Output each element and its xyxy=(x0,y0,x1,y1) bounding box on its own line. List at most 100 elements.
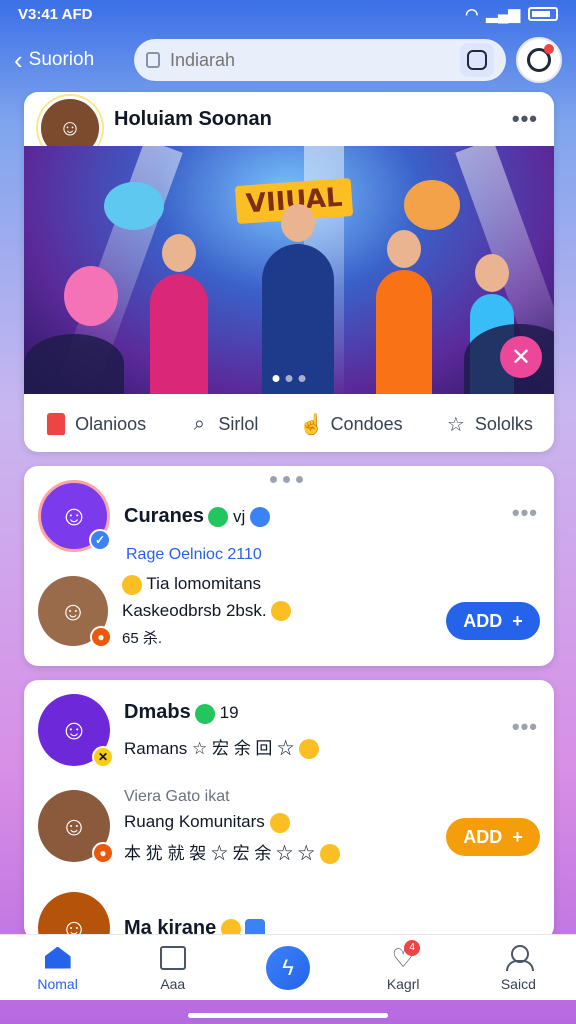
page-dot xyxy=(285,375,293,382)
user-icon xyxy=(503,944,535,972)
camera-button[interactable] xyxy=(460,43,494,77)
emoji-icon xyxy=(319,844,340,865)
search-icon: ⌕ xyxy=(193,412,205,435)
action-olanioos[interactable]: Olanioos xyxy=(45,413,146,435)
dancer-1 xyxy=(150,234,208,394)
edit-fab-button[interactable]: ✕ xyxy=(500,336,542,378)
card2-line2: Kaskeodbrsb 2bsk. xyxy=(122,600,267,620)
more-options-icon[interactable]: ••• xyxy=(512,714,538,740)
member-avatar[interactable]: ☺ ● xyxy=(38,790,114,865)
post-header: ☺ Holuiam Soonan ••• xyxy=(24,92,554,160)
verified-icon: ✓ xyxy=(89,529,111,551)
home-indicator xyxy=(188,1013,388,1018)
suggestion-card-2: ☺ ✕ Dmabs 19 Ramans ☆ 宏 余 回 ☆ ••• ☺ ● Vier… xyxy=(24,680,554,940)
card3-name-block: Dmabs 19 Ramans ☆ 宏 余 回 ☆ xyxy=(124,701,319,760)
signal-icon: ▂▄▆ xyxy=(486,6,520,23)
status-time: V3:41 AFD xyxy=(18,5,93,23)
chat-bubble-icon xyxy=(195,703,216,724)
notification-dot xyxy=(544,44,554,54)
pink-mascot xyxy=(64,266,118,326)
back-button[interactable]: ‹ Suorioh xyxy=(14,47,124,73)
dancer-head xyxy=(387,230,421,268)
heart-icon: ♡ 4 xyxy=(388,939,421,972)
search-bar[interactable] xyxy=(134,39,506,81)
card3-next: ☺ Ma kirane xyxy=(38,892,540,940)
nav-label: Saicd xyxy=(500,975,536,992)
carousel-dots xyxy=(270,476,303,483)
orange-mascot xyxy=(404,180,460,230)
badge-icon: ✕ xyxy=(92,746,114,768)
search-input[interactable] xyxy=(170,49,450,71)
red-bookmark-icon xyxy=(45,413,67,435)
user-name: Dmabs xyxy=(124,700,191,723)
badge-icon: ● xyxy=(90,626,112,649)
card2-name-block: Curanes vj xyxy=(124,505,270,528)
suggestion-card-1: ☺ ✓ Curanes vj ••• Rage Oelnioc 2110 ☺ ● T… xyxy=(24,466,554,666)
post-card: ☺ Holuiam Soonan ••• VIIUAL ✕ Olanioos ⌕ xyxy=(24,92,554,452)
camera-icon xyxy=(467,50,487,70)
dancer-head xyxy=(475,254,509,292)
card3-line2: 本 犹 就 袈 ☆ 宏 余 ☆ ☆ xyxy=(124,843,315,863)
thumb-icon: ☝ xyxy=(299,413,325,436)
add-button[interactable]: ADD + xyxy=(446,602,540,640)
plus-icon: + xyxy=(512,826,523,847)
user-avatar[interactable]: ☺ ✕ xyxy=(38,694,114,768)
verified-badge-icon xyxy=(249,507,270,528)
top-bar: ‹ Suorioh xyxy=(0,36,576,84)
status-bar: V3:41 AFD ◠ ▂▄▆ xyxy=(0,0,576,28)
user-name-extra: 19 xyxy=(219,702,239,722)
star-icon: ☆ xyxy=(446,413,465,436)
nav-profile[interactable]: Saicd xyxy=(473,944,563,992)
add-button[interactable]: ADD + xyxy=(446,818,540,856)
action-label: Sirlol xyxy=(218,413,259,434)
nav-messenger[interactable]: ϟ xyxy=(243,945,333,990)
post-image[interactable]: VIIUAL ✕ xyxy=(24,146,554,394)
battery-icon xyxy=(528,7,558,21)
nav-home[interactable]: Nomal xyxy=(13,944,103,992)
home-icon xyxy=(43,944,73,972)
emoji-icon xyxy=(298,739,319,760)
user-avatar[interactable]: ☺ ✓ xyxy=(38,480,111,552)
nav-label: Kagrl xyxy=(386,975,420,992)
card3-line1: Ramans ☆ 宏 余 回 ☆ xyxy=(124,738,295,758)
more-options-icon[interactable]: ••• xyxy=(512,106,538,132)
nav-label: Aaa xyxy=(160,975,186,992)
emoji-icon xyxy=(269,812,290,833)
user-avatar[interactable]: ☺ xyxy=(38,892,110,940)
member-avatar[interactable]: ☺ ● xyxy=(38,576,112,649)
carousel-dot xyxy=(296,476,303,483)
card2-line1: Tia lomomitans xyxy=(146,574,262,593)
emoji-icon xyxy=(271,601,292,622)
action-sololks[interactable]: ☆ Sololks xyxy=(445,413,533,436)
card3-meta: Viera Gato ikat xyxy=(124,788,230,805)
nav-gallery[interactable]: Aaa xyxy=(128,944,218,992)
dancer-head xyxy=(162,234,196,272)
image-page-dots xyxy=(272,375,306,382)
more-options-icon[interactable]: ••• xyxy=(512,500,538,526)
plus-icon: + xyxy=(512,610,523,631)
post-author: Holuiam Soonan xyxy=(114,107,272,130)
chevron-left-icon: ‹ xyxy=(14,45,23,75)
blue-mascot xyxy=(104,182,164,230)
action-sirlol[interactable]: ⌕ Sirlol xyxy=(188,412,259,435)
card2-line3: 65 杀. xyxy=(122,630,163,648)
image-icon xyxy=(158,944,188,972)
lock-icon xyxy=(146,52,160,68)
carousel-dot xyxy=(270,476,277,483)
card2-header: ☺ ✓ Curanes vj xyxy=(38,480,540,552)
messenger-icon: ϟ xyxy=(265,945,310,990)
card2-text: Tia lomomitans Kaskeodbrsb 2bsk. 65 杀. xyxy=(122,574,292,648)
nav-activity[interactable]: ♡ 4 Kagrl xyxy=(358,939,448,992)
subtitle-text: Rage Oelnioc 2110 xyxy=(126,546,262,563)
add-label: ADD xyxy=(463,610,503,631)
card2-subtitle: Rage Oelnioc 2110 xyxy=(126,546,262,564)
notifications-button[interactable] xyxy=(516,37,562,83)
action-label: Condoes xyxy=(330,413,403,434)
card3-header: ☺ ✕ Dmabs 19 Ramans ☆ 宏 余 回 ☆ xyxy=(38,694,540,768)
chat-bubble-icon xyxy=(208,507,229,528)
action-condoes[interactable]: ☝ Condoes xyxy=(299,413,403,436)
card3-title: Ruang Komunitars xyxy=(124,812,265,831)
crowd-silhouette xyxy=(24,334,124,394)
nav-badge: 4 xyxy=(404,939,421,956)
action-label: Olanioos xyxy=(75,413,147,434)
